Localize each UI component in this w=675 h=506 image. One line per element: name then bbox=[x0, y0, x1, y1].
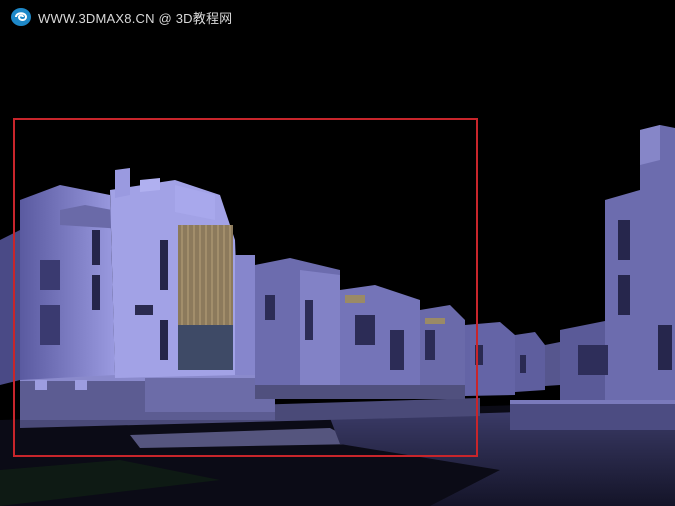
render-region-frame[interactable] bbox=[13, 118, 478, 457]
distant-houses bbox=[465, 322, 560, 396]
watermark: WWW.3DMAX8.CN @ 3D教程网 bbox=[10, 6, 232, 28]
watermark-text: WWW.3DMAX8.CN @ 3D教程网 bbox=[38, 10, 233, 26]
spiral-logo-icon bbox=[11, 8, 31, 26]
viewport: WWW.3DMAX8.CN @ 3D教程网 bbox=[0, 0, 675, 506]
